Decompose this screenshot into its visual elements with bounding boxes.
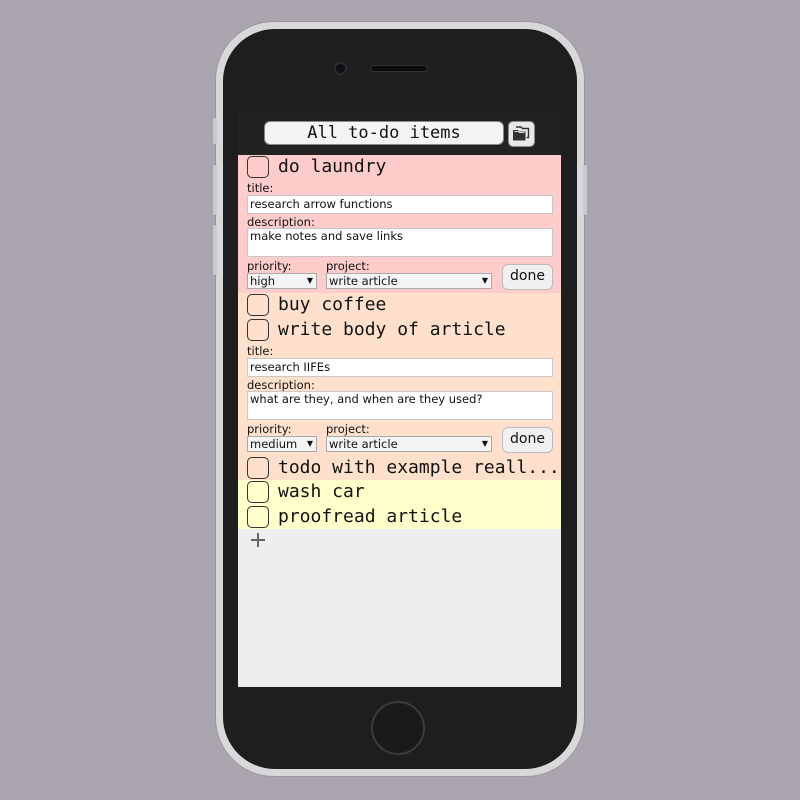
chevron-down-icon: ▼ (306, 276, 313, 285)
item-checkbox[interactable] (247, 294, 269, 316)
list-item: do laundry title: research arrow functio… (238, 155, 561, 293)
item-row[interactable]: do laundry (238, 155, 561, 179)
project-label: project: (326, 259, 370, 273)
title-input[interactable]: research IIFEs (247, 358, 553, 377)
project-value: write article (329, 437, 398, 451)
project-select[interactable]: write article ▼ (326, 436, 492, 452)
title-label: title: (247, 344, 274, 358)
done-button[interactable]: done (502, 427, 553, 453)
camera-icon (336, 64, 345, 73)
plus-icon[interactable] (250, 532, 266, 548)
list-item: proofread article (238, 505, 561, 529)
power-button (583, 165, 587, 215)
speaker-grille (371, 66, 427, 71)
priority-label: priority: (247, 422, 292, 436)
volume-up-button (213, 165, 217, 215)
home-button[interactable] (371, 701, 425, 755)
priority-value: high (250, 274, 276, 288)
item-title[interactable]: proofread article (278, 505, 462, 529)
description-input[interactable]: what are they, and when are they used? (247, 391, 553, 420)
chevron-down-icon: ▼ (481, 276, 488, 285)
project-value: write article (329, 274, 398, 288)
item-row[interactable]: buy coffee (238, 293, 561, 317)
project-label: project: (326, 422, 370, 436)
item-row[interactable]: write body of article (238, 318, 561, 342)
mute-switch (213, 118, 217, 144)
list-item: buy coffee (238, 293, 561, 317)
project-select[interactable]: write article ▼ (326, 273, 492, 289)
description-label: description: (247, 378, 315, 392)
priority-label: priority: (247, 259, 292, 273)
item-row[interactable]: proofread article (238, 505, 561, 529)
item-title[interactable]: do laundry (278, 155, 386, 179)
item-row[interactable]: wash car (238, 480, 561, 504)
list-item: todo with example reall... (238, 456, 561, 480)
chevron-down-icon: ▼ (306, 439, 313, 448)
title-label: title: (247, 181, 274, 195)
item-title[interactable]: buy coffee (278, 293, 386, 317)
title-input[interactable]: research arrow functions (247, 195, 553, 214)
chevron-down-icon: ▼ (481, 439, 488, 448)
view-title[interactable]: All to-do items (264, 121, 504, 145)
priority-value: medium (250, 437, 298, 451)
app-screen: All to-do items do laundry title: resear… (238, 111, 561, 687)
item-checkbox[interactable] (247, 156, 269, 178)
volume-down-button (213, 225, 217, 275)
item-checkbox[interactable] (247, 506, 269, 528)
item-row[interactable]: todo with example reall... (238, 456, 561, 480)
description-label: description: (247, 215, 315, 229)
list-item: wash car (238, 480, 561, 505)
item-checkbox[interactable] (247, 481, 269, 503)
top-bar: All to-do items (238, 111, 561, 155)
item-title[interactable]: write body of article (278, 318, 506, 342)
priority-select[interactable]: high ▼ (247, 273, 317, 289)
description-input[interactable]: make notes and save links (247, 228, 553, 257)
folders-icon[interactable] (508, 121, 535, 147)
done-button[interactable]: done (502, 264, 553, 290)
item-checkbox[interactable] (247, 319, 269, 341)
list-item: write body of article title: research II… (238, 317, 561, 456)
item-checkbox[interactable] (247, 457, 269, 479)
priority-select[interactable]: medium ▼ (247, 436, 317, 452)
item-title[interactable]: wash car (278, 480, 365, 504)
item-title[interactable]: todo with example reall... (278, 456, 560, 480)
